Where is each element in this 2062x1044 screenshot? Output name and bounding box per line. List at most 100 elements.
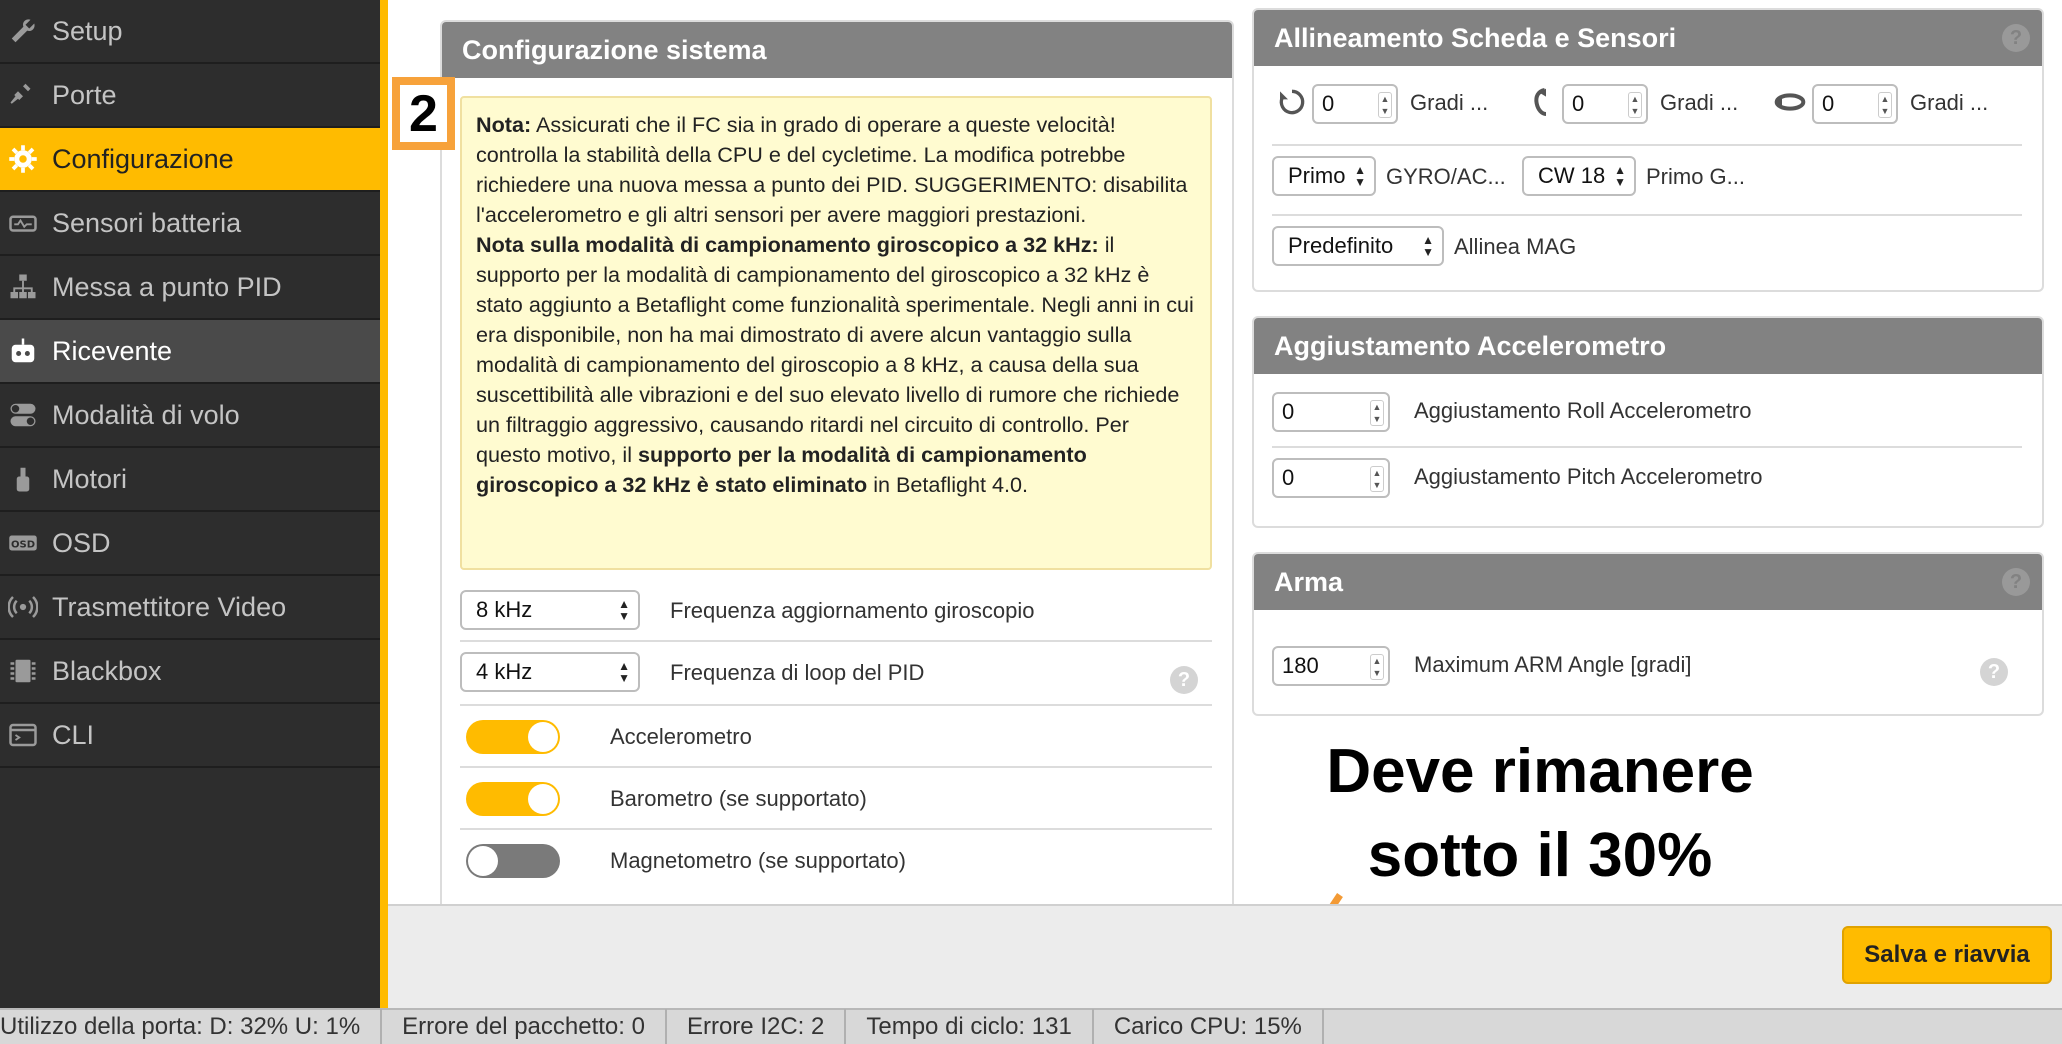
panel-title: Arma (1274, 566, 1344, 597)
gyro-frequency-select[interactable]: 8 kHz ▲ ▼ (460, 590, 640, 630)
switches-icon (6, 398, 40, 432)
sidebar: Setup Porte Configurazione Sensori batte… (0, 0, 380, 1008)
divider (460, 828, 1212, 830)
system-config-note: Nota: Assicurati che il FC sia in grado … (460, 96, 1212, 570)
svg-text:OSD: OSD (11, 539, 35, 550)
roll-rotate-icon (1279, 89, 1305, 115)
note-text: Assicurati che il FC sia in grado di ope… (476, 112, 1188, 227)
help-icon[interactable]: ? (2002, 568, 2030, 596)
cycle-time: Tempo di ciclo: 131 (846, 1009, 1094, 1044)
arm-angle-input[interactable]: 180 ▲ ▼ (1272, 646, 1390, 686)
sidebar-item-porte[interactable]: Porte (0, 64, 380, 128)
gyro-alignment-select[interactable]: CW 18 ▲ ▼ (1522, 156, 1636, 196)
sidebar-item-modalita-di-volo[interactable]: Modalità di volo (0, 384, 380, 448)
gyro-select[interactable]: Primo ▲ ▼ (1272, 156, 1376, 196)
pid-loop-select[interactable]: 4 kHz ▲ ▼ (460, 652, 640, 692)
accel-roll-trim-input[interactable]: 0 ▲ ▼ (1272, 392, 1390, 432)
roll-alignment-input[interactable]: 0 ▲ ▼ (1312, 84, 1398, 124)
note-heading-32khz: Nota sulla modalità di campionamento gir… (476, 232, 1099, 257)
panel-title: Allineamento Scheda e Sensori (1274, 22, 1677, 53)
select-arrows-icon: ▲ ▼ (618, 659, 630, 685)
pid-loop-label: Frequenza di loop del PID (670, 660, 925, 685)
sitemap-icon (6, 270, 40, 304)
footer-toolbar (388, 904, 2062, 1008)
save-and-reboot-button[interactable]: Salva e riavvia (1842, 926, 2052, 984)
divider (1272, 446, 2022, 448)
status-bar: Utilizzo della porta: D: 32% U: 1% Error… (0, 1008, 2062, 1044)
select-value: Primo (1288, 163, 1346, 188)
help-icon[interactable]: ? (1980, 658, 2008, 686)
plug-icon (6, 78, 40, 112)
accelerometer-toggle[interactable] (466, 720, 560, 754)
panel-title: Configurazione sistema (442, 22, 1232, 78)
packet-error: Errore del pacchetto: 0 (382, 1009, 667, 1044)
wrench-icon (6, 14, 40, 48)
barometer-toggle[interactable] (466, 782, 560, 816)
pitch-degrees-label: Gradi ... (1660, 90, 1739, 115)
i2c-error: Errore I2C: 2 (667, 1009, 847, 1044)
barometer-label: Barometro (se supportato) (610, 786, 867, 811)
yaw-alignment-input[interactable]: 0 ▲ ▼ (1812, 84, 1898, 124)
note-text-end: in Betaflight 4.0. (867, 472, 1029, 497)
note-heading: Nota: (476, 112, 532, 137)
select-value: CW 18 (1538, 163, 1606, 188)
yaw-rotate-icon (1774, 93, 1806, 111)
step-badge: 2 (392, 77, 455, 150)
cpu-load-annotation: Deve rimanere sotto il 30% (1260, 730, 1820, 898)
divider (460, 640, 1212, 642)
sidebar-item-label: Sensori batteria (52, 207, 242, 238)
mag-alignment-select[interactable]: Predefinito ▲ ▼ (1272, 226, 1444, 266)
help-icon[interactable]: ? (1170, 666, 1198, 694)
magnetometer-label: Magnetometro (se supportato) (610, 848, 906, 873)
terminal-icon (6, 718, 40, 752)
first-gyro-label: Primo G... (1646, 164, 1746, 189)
sidebar-item-blackbox[interactable]: Blackbox (0, 640, 380, 704)
cpu-load: Carico CPU: 15% (1094, 1009, 1324, 1044)
sidebar-item-osd[interactable]: OSD OSD (0, 512, 380, 576)
battery-icon (6, 206, 40, 240)
sidebar-item-label: Ricevente (52, 335, 173, 366)
sidebar-item-label: CLI (52, 719, 95, 750)
gyro-frequency-label: Frequenza aggiornamento giroscopio (670, 598, 1035, 623)
divider (1272, 214, 2022, 216)
gear-icon (6, 142, 40, 176)
sidebar-item-label: Motori (52, 463, 128, 494)
select-value: 8 kHz (476, 597, 533, 622)
gyro-acc-label: GYRO/AC... (1386, 164, 1506, 189)
panel-header: Arma ? (1254, 554, 2042, 610)
arm-panel: Arma ? (1252, 552, 2044, 716)
accel-pitch-trim-input[interactable]: 0 ▲ ▼ (1272, 458, 1390, 498)
sidebar-accent-strip (380, 0, 388, 1008)
mag-alignment-label: Allinea MAG (1454, 234, 1577, 259)
sidebar-item-sensori-batteria[interactable]: Sensori batteria (0, 192, 380, 256)
sidebar-item-label: Messa a punto PID (52, 271, 282, 302)
sidebar-item-label: Modalità di volo (52, 399, 240, 430)
sidebar-item-trasmettitore-video[interactable]: Trasmettitore Video (0, 576, 380, 640)
sidebar-item-motori[interactable]: Motori (0, 448, 380, 512)
yaw-degrees-label: Gradi ... (1910, 90, 1989, 115)
select-arrows-icon: ▲ ▼ (1354, 163, 1366, 189)
help-icon[interactable]: ? (2002, 24, 2030, 52)
note-text-32khz: il supporto per la modalità di campionam… (476, 232, 1194, 467)
sidebar-item-label: OSD (52, 527, 111, 558)
select-value: Predefinito (1288, 233, 1394, 258)
port-utilization: Utilizzo della porta: D: 32% U: 1% (0, 1009, 383, 1044)
magnetometer-toggle[interactable] (466, 844, 560, 878)
panel-header: Allineamento Scheda e Sensori ? (1254, 10, 2042, 66)
sidebar-item-label: Blackbox (52, 655, 162, 686)
accel-roll-trim-label: Aggiustamento Roll Accelerometro (1414, 398, 1752, 423)
divider (1272, 144, 2022, 146)
robot-icon (6, 334, 40, 368)
pitch-alignment-input[interactable]: 0 ▲ ▼ (1562, 84, 1648, 124)
broadcast-icon (6, 590, 40, 624)
sidebar-item-ricevente[interactable]: Ricevente (0, 320, 380, 384)
sidebar-item-setup[interactable]: Setup (0, 0, 380, 64)
pitch-rotate-icon (1534, 88, 1547, 116)
roll-degrees-label: Gradi ... (1410, 90, 1489, 115)
accelerometer-label: Accelerometro (610, 724, 752, 749)
blackbox-icon (6, 654, 40, 688)
sidebar-item-cli[interactable]: CLI (0, 704, 380, 768)
select-arrows-icon: ▲ ▼ (1614, 163, 1626, 189)
sidebar-item-configurazione[interactable]: Configurazione (0, 128, 380, 192)
sidebar-item-messa-a-punto-pid[interactable]: Messa a punto PID (0, 256, 380, 320)
